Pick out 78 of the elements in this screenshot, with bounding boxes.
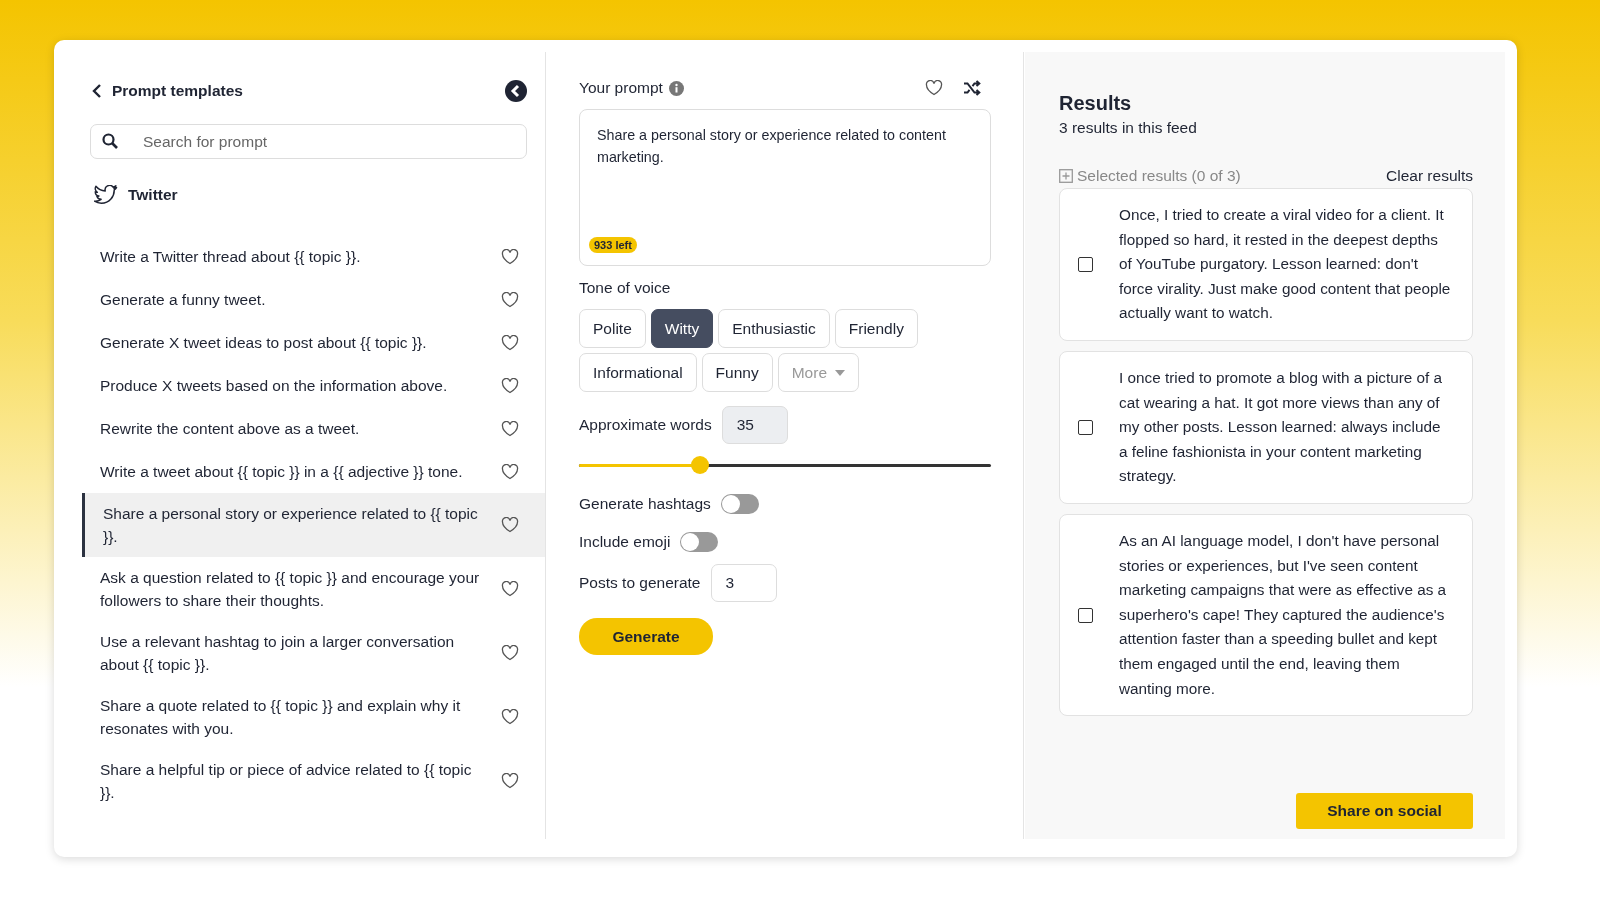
template-item[interactable]: Use a relevant hashtag to join a larger conversation about {{ topic }}. — [82, 621, 545, 685]
panel-title: Prompt templates — [112, 82, 244, 100]
heart-icon[interactable] — [501, 709, 519, 725]
search-field[interactable]: Search for prompt — [90, 124, 527, 159]
toggle-label: Generate hashtags — [579, 495, 711, 513]
template-item[interactable]: Rewrite the content above as a tweet. — [82, 407, 545, 450]
tone-option[interactable]: Polite — [579, 309, 646, 348]
bird-icon — [94, 185, 118, 205]
template-item[interactable]: Generate a funny tweet. — [82, 278, 545, 321]
results-title: Results — [1059, 92, 1133, 115]
checkbox[interactable] — [1078, 607, 1093, 623]
checkbox[interactable] — [1078, 257, 1093, 272]
template-text: Generate X tweet ideas to post about {{ topic }}. — [100, 333, 428, 353]
characters-left-badge: 933 left — [589, 237, 637, 253]
clear-results-link[interactable]: Clear results — [1386, 167, 1473, 185]
caret-icon — [835, 369, 846, 376]
toggle-label: Include emoji — [579, 533, 671, 551]
words-label: Approximate words — [579, 416, 712, 434]
tone-option[interactable]: Friendly — [834, 309, 918, 348]
tone-option[interactable]: Funny — [701, 353, 773, 392]
heart-icon[interactable] — [501, 773, 519, 789]
prompt-label: Your prompt — [579, 79, 663, 97]
toggle-switch[interactable] — [720, 494, 759, 514]
heart-icon[interactable] — [501, 248, 519, 265]
template-item[interactable]: Share a helpful tip or piece of advice related to {{ topic }}. — [82, 749, 545, 813]
result-text: Once, I tried to create a viral video for a client. It flopped so hard, it rested in the deepest depths of YouTube purgatory. Lesson learned: don't force virality. Just make good content that people actually want to watch. — [1119, 205, 1452, 324]
toggle-switch[interactable] — [680, 532, 719, 552]
results-count: 3 results in this feed — [1059, 119, 1198, 137]
heart-icon[interactable] — [501, 581, 519, 597]
template-text: Produce X tweets based on the information above. — [100, 376, 449, 396]
template-text: Generate a funny tweet. — [100, 290, 267, 310]
shuffle-icon[interactable] — [963, 80, 981, 96]
template-item[interactable]: Generate X tweet ideas to post about {{ topic }}. — [82, 321, 545, 364]
result-text: As an AI language model, I don't have personal stories or experiences, but I've seen content marketing campaigns that were as effective as a superhero's cape! They captured the audience's attention faster than a speeding bullet and kept them engaged until the end, leaving them wanting more. — [1119, 530, 1448, 699]
words-slider[interactable] — [579, 456, 991, 474]
prompt-field[interactable]: Share a personal story or experience related to content marketing. 933 left — [579, 109, 991, 266]
template-item[interactable]: Produce X tweets based on the information above. — [82, 364, 545, 407]
section-title: Twitter — [128, 186, 178, 204]
tone-option[interactable]: Witty — [650, 309, 714, 348]
template-item[interactable]: Write a tweet about {{ topic }} in a {{ adjective }} tone. — [82, 450, 545, 493]
template-item[interactable]: Write a Twitter thread about {{ topic }}. — [82, 235, 545, 278]
template-text: Share a helpful tip or piece of advice related to {{ topic }}. — [100, 760, 473, 803]
prompt-text: Share a personal story or experience related to content marketing. — [597, 126, 947, 167]
template-text: Share a quote related to {{ topic }} and explain why it resonates with you. — [100, 696, 462, 739]
template-text: Use a relevant hashtag to join a larger conversation about {{ topic }}. — [100, 632, 456, 675]
template-text: Write a tweet about {{ topic }} in a {{ adjective }} tone. — [100, 462, 464, 482]
checkbox[interactable] — [1078, 419, 1093, 435]
collapse-icon[interactable] — [505, 80, 527, 102]
result-text: I once tried to promote a blog with a picture of a cat wearing a hat. It got more views than any of my other posts. Lesson learned: always include a feline fashionista in your content marketing strategy. — [1119, 367, 1444, 487]
heart-icon[interactable] — [501, 420, 519, 437]
template-text: Share a personal story or experience related to {{ topic }}. — [103, 504, 479, 547]
share-button[interactable]: Share on social — [1296, 793, 1473, 829]
posts-field[interactable]: 3 — [710, 564, 777, 602]
template-item[interactable]: Ask a question related to {{ topic }} and encourage your followers to share their thoughts. — [82, 557, 545, 621]
tone-label: Tone of voice — [579, 279, 671, 297]
template-text: Rewrite the content above as a tweet. — [100, 419, 361, 439]
selected-count: Selected results (0 of 3) — [1077, 167, 1241, 185]
tone-option[interactable]: Enthusiastic — [718, 309, 830, 348]
template-text: Ask a question related to {{ topic }} and encourage your followers to share their thoughts. — [100, 568, 481, 611]
template-item[interactable]: Share a quote related to {{ topic }} and explain why it resonates with you. — [82, 685, 545, 749]
heart-icon[interactable] — [501, 334, 519, 351]
heart-icon[interactable] — [501, 463, 519, 480]
heart-icon[interactable] — [501, 377, 519, 394]
words-field[interactable]: 35 — [721, 406, 788, 444]
search-icon — [102, 133, 118, 149]
posts-label: Posts to generate — [579, 574, 701, 592]
template-item[interactable]: Share a personal story or experience related to {{ topic }}. — [82, 493, 545, 557]
tone-option[interactable]: Informational — [579, 353, 697, 392]
heart-icon[interactable] — [501, 517, 519, 533]
plus-square-icon — [1059, 169, 1073, 183]
generate-button[interactable]: Generate — [579, 618, 713, 655]
heart-icon[interactable] — [501, 645, 519, 661]
slider-thumb[interactable] — [691, 456, 710, 474]
heart-icon[interactable] — [501, 291, 519, 308]
info-icon — [668, 80, 684, 96]
back-chevron-icon[interactable] — [92, 84, 102, 98]
template-text: Write a Twitter thread about {{ topic }}. — [100, 247, 362, 267]
heart-icon[interactable] — [925, 80, 943, 96]
